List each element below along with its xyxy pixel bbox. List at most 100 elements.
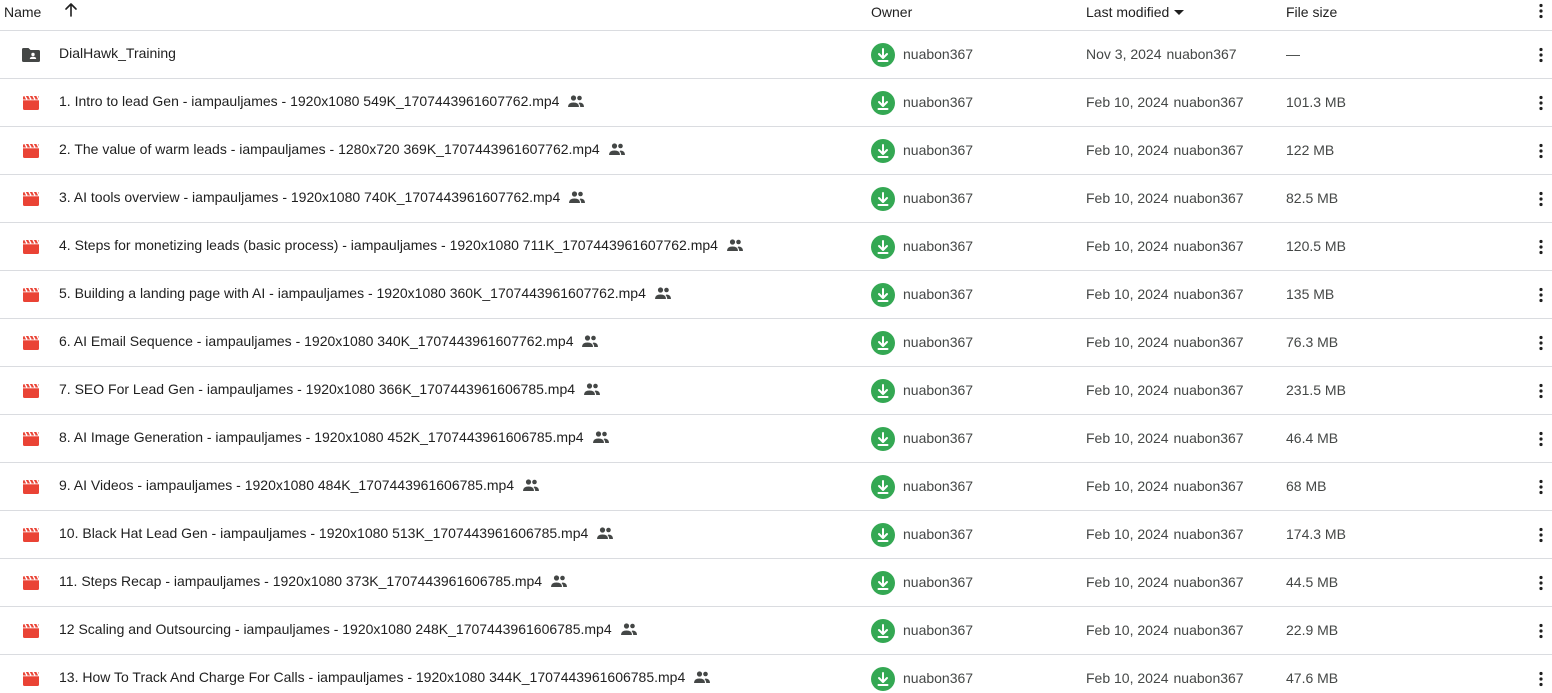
file-row[interactable]: 6. AI Email Sequence - iampauljames - 19… xyxy=(0,319,1552,367)
owner-avatar[interactable] xyxy=(871,235,895,259)
file-name-cell[interactable]: 9. AI Videos - iampauljames - 1920x1080 … xyxy=(59,477,540,493)
owner-avatar[interactable] xyxy=(871,139,895,163)
file-name: 8. AI Image Generation - iampauljames - … xyxy=(59,429,584,445)
video-file-icon xyxy=(21,429,41,449)
file-name-cell[interactable]: 8. AI Image Generation - iampauljames - … xyxy=(59,429,610,445)
owner-avatar[interactable] xyxy=(871,331,895,355)
shared-people-icon xyxy=(568,95,585,107)
more-vert-icon[interactable] xyxy=(1533,190,1549,208)
file-name-cell[interactable]: 12 Scaling and Outsourcing - iampauljame… xyxy=(59,621,638,637)
last-modified-cell: Feb 10, 2024 nuabon367 xyxy=(1086,382,1244,398)
file-row[interactable]: 9. AI Videos - iampauljames - 1920x1080 … xyxy=(0,463,1552,511)
more-vert-icon[interactable] xyxy=(1533,46,1549,64)
file-row[interactable]: 11. Steps Recap - iampauljames - 1920x10… xyxy=(0,559,1552,607)
file-name: 1. Intro to lead Gen - iampauljames - 19… xyxy=(59,93,560,109)
download-arrow-icon xyxy=(877,432,889,446)
file-name: 6. AI Email Sequence - iampauljames - 19… xyxy=(59,333,574,349)
name-column-header[interactable]: Name xyxy=(4,4,41,20)
last-modified-cell: Feb 10, 2024 nuabon367 xyxy=(1086,574,1244,590)
last-modified-cell: Feb 10, 2024 nuabon367 xyxy=(1086,238,1244,254)
owner-name: nuabon367 xyxy=(903,382,974,398)
file-row[interactable]: 12 Scaling and Outsourcing - iampauljame… xyxy=(0,607,1552,655)
file-name-cell[interactable]: 11. Steps Recap - iampauljames - 1920x10… xyxy=(59,573,568,589)
file-name-cell[interactable]: 3. AI tools overview - iampauljames - 19… xyxy=(59,189,586,205)
more-vert-icon[interactable] xyxy=(1533,382,1549,400)
owner-name: nuabon367 xyxy=(903,670,974,686)
file-name-cell[interactable]: 10. Black Hat Lead Gen - iampauljames - … xyxy=(59,525,614,541)
owner-name: nuabon367 xyxy=(903,94,974,110)
file-name-cell[interactable]: 5. Building a landing page with AI - iam… xyxy=(59,285,672,301)
more-vert-icon[interactable] xyxy=(1533,2,1549,20)
last-modified-cell: Feb 10, 2024 nuabon367 xyxy=(1086,670,1244,686)
sort-ascending-arrow-icon[interactable] xyxy=(63,2,79,18)
more-vert-icon[interactable] xyxy=(1533,334,1549,352)
modified-by: nuabon367 xyxy=(1173,286,1244,302)
owner-avatar[interactable] xyxy=(871,475,895,499)
download-arrow-icon xyxy=(877,192,889,206)
owner-avatar[interactable] xyxy=(871,427,895,451)
file-size-column-header[interactable]: File size xyxy=(1286,4,1337,20)
modified-date: Feb 10, 2024 xyxy=(1086,574,1169,590)
more-vert-icon[interactable] xyxy=(1533,526,1549,544)
last-modified-cell: Feb 10, 2024 nuabon367 xyxy=(1086,94,1244,110)
more-vert-icon[interactable] xyxy=(1533,142,1549,160)
file-row[interactable]: 8. AI Image Generation - iampauljames - … xyxy=(0,415,1552,463)
more-vert-icon[interactable] xyxy=(1533,478,1549,496)
modified-date: Feb 10, 2024 xyxy=(1086,286,1169,302)
file-name-cell[interactable]: 6. AI Email Sequence - iampauljames - 19… xyxy=(59,333,599,349)
file-size: 135 MB xyxy=(1286,286,1335,302)
more-vert-icon[interactable] xyxy=(1533,622,1549,640)
file-row[interactable]: 2. The value of warm leads - iampauljame… xyxy=(0,127,1552,175)
owner-avatar[interactable] xyxy=(871,91,895,115)
owner-avatar[interactable] xyxy=(871,283,895,307)
video-file-icon xyxy=(21,669,41,689)
download-arrow-icon xyxy=(877,384,889,398)
more-vert-icon[interactable] xyxy=(1533,238,1549,256)
last-modified-column-header[interactable]: Last modified xyxy=(1086,4,1185,20)
file-row[interactable]: 7. SEO For Lead Gen - iampauljames - 192… xyxy=(0,367,1552,415)
modified-date: Feb 10, 2024 xyxy=(1086,478,1169,494)
file-name-cell[interactable]: DialHawk_Training xyxy=(59,45,176,61)
file-name-cell[interactable]: 7. SEO For Lead Gen - iampauljames - 192… xyxy=(59,381,601,397)
owner-avatar[interactable] xyxy=(871,523,895,547)
file-row[interactable]: 10. Black Hat Lead Gen - iampauljames - … xyxy=(0,511,1552,559)
more-vert-icon[interactable] xyxy=(1533,574,1549,592)
video-file-icon xyxy=(21,237,41,257)
owner-column-header[interactable]: Owner xyxy=(871,4,912,20)
file-row[interactable]: DialHawk_Training nuabon367 Nov 3, 2024 n… xyxy=(0,31,1552,79)
modified-date: Feb 10, 2024 xyxy=(1086,670,1169,686)
modified-date: Feb 10, 2024 xyxy=(1086,238,1169,254)
file-name: 11. Steps Recap - iampauljames - 1920x10… xyxy=(59,573,543,589)
file-row[interactable]: 1. Intro to lead Gen - iampauljames - 19… xyxy=(0,79,1552,127)
modified-date: Feb 10, 2024 xyxy=(1086,526,1169,542)
file-name-cell[interactable]: 4. Steps for monetizing leads (basic pro… xyxy=(59,237,744,253)
file-row[interactable]: 5. Building a landing page with AI - iam… xyxy=(0,271,1552,319)
owner-avatar[interactable] xyxy=(871,43,895,67)
more-vert-icon[interactable] xyxy=(1533,430,1549,448)
more-vert-icon[interactable] xyxy=(1533,670,1549,688)
owner-avatar[interactable] xyxy=(871,379,895,403)
file-name-cell[interactable]: 2. The value of warm leads - iampauljame… xyxy=(59,141,626,157)
file-row[interactable]: 3. AI tools overview - iampauljames - 19… xyxy=(0,175,1552,223)
file-size: 76.3 MB xyxy=(1286,334,1339,350)
file-list: DialHawk_Training nuabon367 Nov 3, 2024 n… xyxy=(0,31,1552,693)
file-name: 2. The value of warm leads - iampauljame… xyxy=(59,141,600,157)
owner-avatar[interactable] xyxy=(871,667,895,691)
video-file-icon xyxy=(21,189,41,209)
file-row[interactable]: 13. How To Track And Charge For Calls - … xyxy=(0,655,1552,693)
owner-avatar[interactable] xyxy=(871,571,895,595)
file-name-cell[interactable]: 1. Intro to lead Gen - iampauljames - 19… xyxy=(59,93,585,109)
file-row[interactable]: 4. Steps for monetizing leads (basic pro… xyxy=(0,223,1552,271)
modified-by: nuabon367 xyxy=(1173,478,1244,494)
owner-name: nuabon367 xyxy=(903,430,974,446)
owner-avatar[interactable] xyxy=(871,187,895,211)
file-size: 231.5 MB xyxy=(1286,382,1346,398)
owner-avatar[interactable] xyxy=(871,619,895,643)
modified-by: nuabon367 xyxy=(1173,94,1244,110)
modified-by: nuabon367 xyxy=(1173,190,1244,206)
more-vert-icon[interactable] xyxy=(1533,286,1549,304)
owner-name: nuabon367 xyxy=(903,478,974,494)
more-vert-icon[interactable] xyxy=(1533,94,1549,112)
owner-name: nuabon367 xyxy=(903,334,974,350)
file-name-cell[interactable]: 13. How To Track And Charge For Calls - … xyxy=(59,669,711,685)
